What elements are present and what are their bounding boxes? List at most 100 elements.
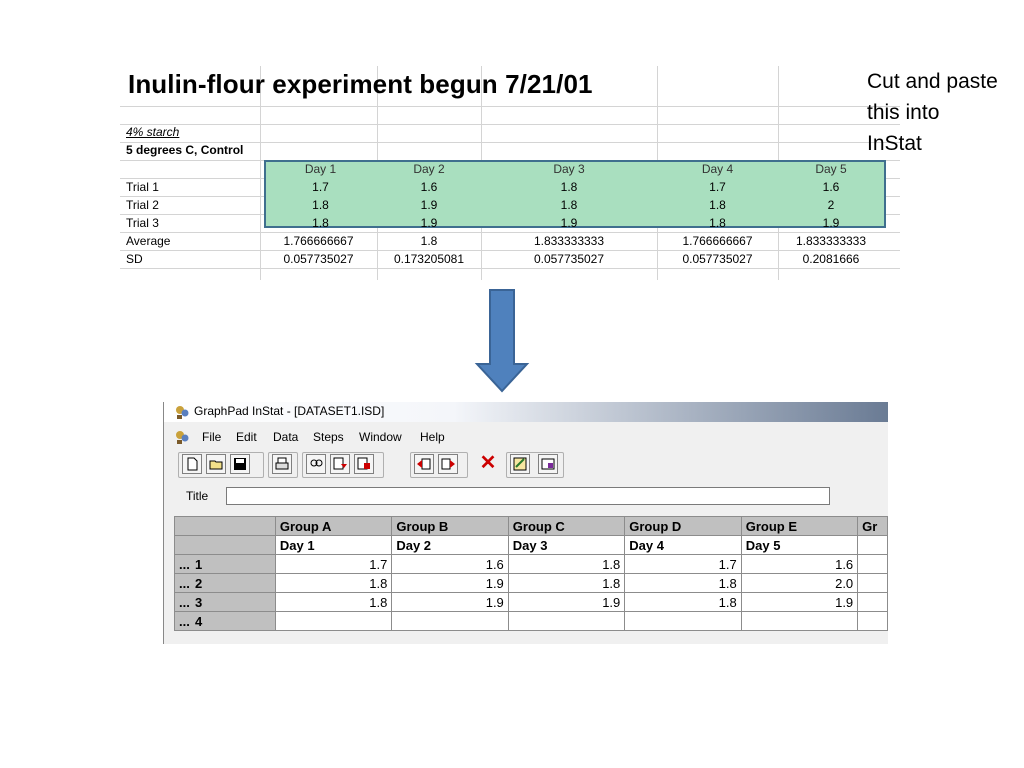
menu-help[interactable]: Help	[420, 430, 445, 444]
data-cell[interactable]	[624, 611, 742, 631]
row-dots: ...	[179, 575, 190, 591]
row-header[interactable]: ... 4	[174, 611, 276, 631]
table-row: ... 1 1.7 1.6 1.8 1.7 1.6	[174, 554, 888, 574]
sheet-cell: 1.7	[709, 180, 726, 194]
column-title[interactable]: Day 5	[740, 535, 859, 555]
menu-window[interactable]: Window	[359, 430, 402, 444]
new-file-icon[interactable]	[182, 454, 202, 474]
title-input[interactable]	[226, 487, 830, 505]
results-icon[interactable]	[538, 454, 558, 474]
data-cell[interactable]: 1.7	[274, 554, 393, 574]
sheet-cell-average: 1.766666667	[682, 234, 753, 248]
data-cell[interactable]	[507, 611, 626, 631]
instat-window: GraphPad InStat - [DATASET1.ISD] File Ed…	[163, 402, 888, 644]
column-title[interactable]: Day 3	[507, 535, 626, 555]
row-number: 4	[195, 613, 203, 629]
group-header[interactable]: Group A	[274, 516, 393, 536]
group-header[interactable]: Group D	[624, 516, 742, 536]
document-menu-icon[interactable]	[174, 429, 190, 445]
title-row: Title	[164, 484, 888, 508]
row-dots: ...	[179, 613, 190, 629]
callout-line: InStat	[867, 132, 922, 155]
previous-step-icon[interactable]	[414, 454, 434, 474]
sheet-cell: 1.6	[822, 180, 840, 194]
data-cell[interactable]: 1.8	[507, 554, 626, 574]
data-cell[interactable]: 1.8	[624, 573, 742, 593]
sheet-cell: 1.9	[420, 216, 438, 230]
data-cell[interactable]	[740, 611, 859, 631]
group-header[interactable]: Group C	[507, 516, 626, 536]
graphpad-app-icon	[176, 406, 189, 419]
group-header[interactable]: Gr	[857, 516, 888, 536]
data-cell[interactable]: 1.9	[507, 592, 626, 612]
close-icon[interactable]: ✕	[478, 453, 498, 474]
data-cell[interactable]	[857, 592, 888, 612]
sheet-cell: 1.8	[560, 180, 578, 194]
column-title[interactable]: Day 2	[391, 535, 509, 555]
grid-line	[120, 268, 900, 269]
notebook-icon[interactable]	[510, 454, 530, 474]
corner-cell[interactable]	[174, 535, 276, 555]
data-cell[interactable]	[391, 611, 509, 631]
sheet-cell-average: 1.833333333	[533, 234, 605, 248]
sheet-subtitle-condition: 5 degrees C, Control	[126, 143, 244, 157]
find-icon[interactable]	[306, 454, 326, 474]
export-icon[interactable]	[354, 454, 374, 474]
print-icon[interactable]	[272, 454, 292, 474]
row-header[interactable]: ... 3	[174, 592, 276, 612]
data-cell[interactable]: 1.8	[624, 592, 742, 612]
sheet-col-header: Day 2	[413, 162, 445, 176]
data-cell[interactable]: 1.9	[391, 573, 509, 593]
sheet-cell-sd: 0.057735027	[682, 252, 753, 266]
row-header[interactable]: ... 2	[174, 573, 276, 593]
sheet-row-label: Trial 1	[126, 180, 159, 194]
data-cell[interactable]: 1.9	[391, 592, 509, 612]
window-title: GraphPad InStat - [DATASET1.ISD]	[194, 404, 385, 418]
open-file-icon[interactable]	[206, 454, 226, 474]
sheet-cell: 2	[827, 198, 835, 212]
menu-file[interactable]: File	[202, 430, 221, 444]
title-label: Title	[186, 489, 209, 503]
sheet-cell: 1.6	[420, 180, 438, 194]
sheet-row-label-average: Average	[126, 234, 171, 248]
sheet-cell: 1.8	[560, 198, 578, 212]
group-header[interactable]: Group E	[740, 516, 859, 536]
row-header[interactable]: ... 1	[174, 554, 276, 574]
data-cell[interactable]: 1.7	[624, 554, 742, 574]
data-cell[interactable]: 1.8	[274, 592, 393, 612]
column-title[interactable]	[857, 535, 888, 555]
callout-line: Cut and paste	[867, 70, 998, 93]
column-title[interactable]: Day 1	[274, 535, 393, 555]
data-cell[interactable]: 1.6	[740, 554, 859, 574]
data-cell[interactable]: 1.8	[507, 573, 626, 593]
sheet-cell-sd: 0.173205081	[393, 252, 465, 266]
data-cell[interactable]	[857, 573, 888, 593]
sheet-row-label: Trial 3	[126, 216, 159, 230]
data-cell[interactable]: 1.9	[740, 592, 859, 612]
sheet-row-label-sd: SD	[126, 252, 143, 266]
column-title[interactable]: Day 4	[624, 535, 742, 555]
menu-steps[interactable]: Steps	[313, 430, 344, 444]
menu-edit[interactable]: Edit	[236, 430, 257, 444]
data-cell[interactable]: 1.8	[274, 573, 393, 593]
corner-cell[interactable]	[174, 516, 276, 536]
data-cell[interactable]: 1.6	[391, 554, 509, 574]
sheet-cell-sd: 0.057735027	[533, 252, 605, 266]
sheet-col-header: Day 1	[304, 162, 337, 176]
sheet-col-header: Day 3	[553, 162, 585, 176]
next-step-icon[interactable]	[438, 454, 458, 474]
group-header[interactable]: Group B	[391, 516, 509, 536]
data-cell[interactable]: 2.0	[740, 573, 859, 593]
data-cell[interactable]	[857, 554, 888, 574]
save-icon[interactable]	[230, 454, 250, 474]
menu-data[interactable]: Data	[273, 430, 298, 444]
window-titlebar[interactable]: GraphPad InStat - [DATASET1.ISD]	[164, 402, 888, 422]
sheet-cell: 1.8	[312, 198, 329, 212]
data-cell[interactable]	[274, 611, 393, 631]
callout-line: this into	[867, 101, 940, 124]
import-icon[interactable]	[330, 454, 350, 474]
instruction-callout: Cut and paste this into InStat	[867, 66, 1024, 159]
data-cell[interactable]	[857, 611, 888, 631]
sheet-cell: 1.9	[420, 198, 438, 212]
sheet-cell: 1.9	[822, 216, 840, 230]
